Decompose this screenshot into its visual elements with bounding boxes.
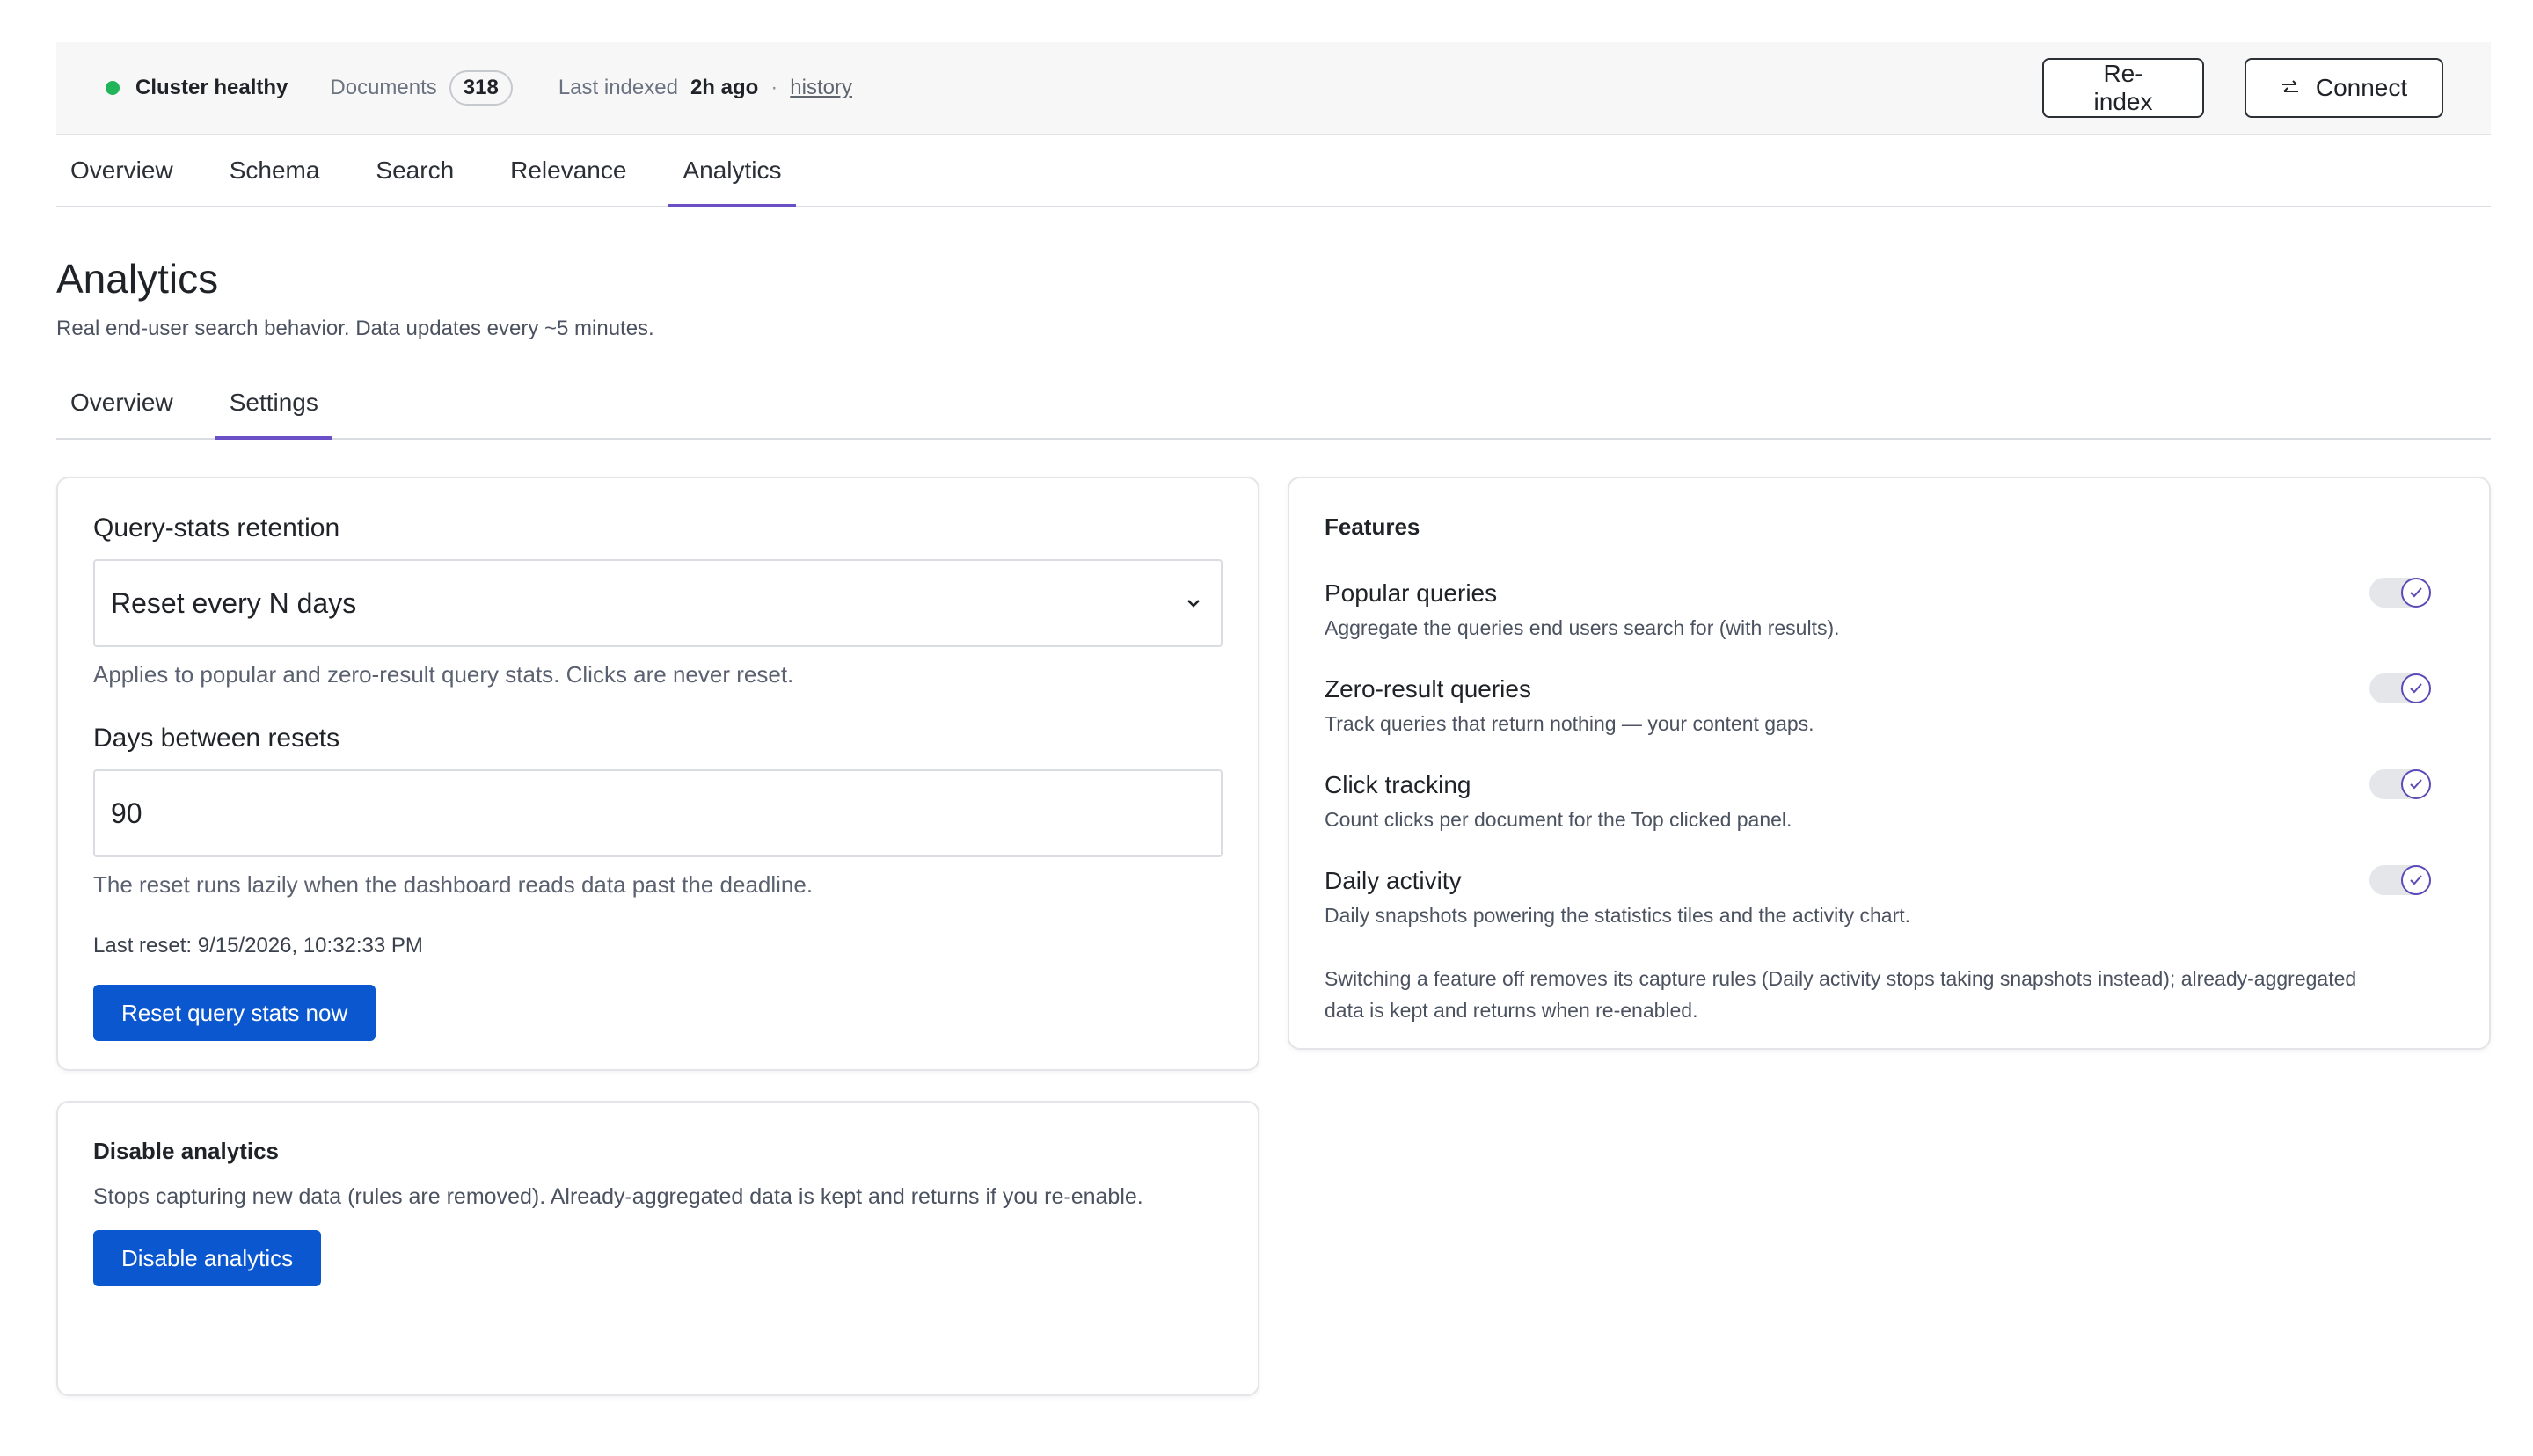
analytics-subtabs: Overview Settings [56, 368, 2491, 440]
disable-text: Stops capturing new data (rules are remo… [93, 1184, 1143, 1209]
status-bar: Cluster healthy Documents 318 Last index… [56, 42, 2491, 135]
features-card: Features Popular queries Aggregate the q… [1288, 477, 2491, 1050]
disable-title: Disable analytics [93, 1138, 279, 1164]
feature-name: Popular queries [1325, 579, 1498, 607]
feature-daily-activity: Daily activity Daily snapshots powering … [1325, 865, 2454, 928]
tab-search[interactable]: Search [361, 135, 468, 206]
check-icon [2401, 865, 2431, 895]
last-reset-text: Last reset: 9/15/2026, 10:32:33 PM [93, 934, 423, 957]
tab-schema[interactable]: Schema [215, 135, 334, 206]
swap-arrows-icon [2281, 80, 2298, 92]
main-tabs: Overview Schema Search Relevance Analyti… [56, 135, 2491, 207]
feature-zero-result-queries: Zero-result queries Track queries that r… [1325, 673, 2454, 736]
check-icon [2401, 769, 2431, 799]
daily-activity-toggle[interactable] [2369, 865, 2431, 895]
page: Cluster healthy Documents 318 Last index… [56, 42, 2491, 1396]
days-help: The reset runs lazily when the dashboard… [93, 871, 814, 898]
days-label: Days between resets [93, 724, 340, 753]
reindex-button[interactable]: Re-index [2042, 58, 2204, 118]
connect-button[interactable]: Connect [2245, 58, 2443, 118]
check-icon [2401, 673, 2431, 703]
features-title: Features [1325, 513, 1420, 540]
health-status-dot [106, 81, 120, 95]
subtab-overview[interactable]: Overview [56, 368, 187, 438]
cluster-health: Cluster healthy [135, 76, 288, 99]
retention-select[interactable]: Reset every N days [93, 559, 1223, 647]
separator: · [770, 76, 778, 99]
check-icon [2401, 578, 2431, 608]
tab-analytics[interactable]: Analytics [668, 135, 796, 207]
days-field[interactable] [93, 769, 1223, 857]
documents-count-badge: 318 [449, 70, 513, 106]
feature-name: Daily activity [1325, 867, 1462, 894]
feature-click-tracking: Click tracking Count clicks per document… [1325, 769, 2454, 832]
disable-analytics-card: Disable analytics Stops capturing new da… [56, 1101, 1259, 1396]
documents-label: Documents [330, 76, 437, 99]
feature-desc: Track queries that return nothing — your… [1325, 712, 1814, 735]
reindex-label: Re-index [2093, 60, 2153, 115]
chevron-down-icon [1187, 600, 1200, 608]
zero-result-queries-toggle[interactable] [2369, 673, 2431, 703]
page-title: Analytics [56, 256, 219, 302]
last-indexed-value: 2h ago [690, 76, 759, 99]
feature-name: Zero-result queries [1325, 675, 1531, 703]
top-actions: Re-index Connect [2042, 58, 2443, 118]
reset-query-stats-button[interactable]: Reset query stats now [93, 985, 376, 1041]
feature-desc: Daily snapshots powering the statistics … [1325, 904, 1911, 927]
retention-label: Query-stats retention [93, 513, 340, 542]
tab-overview[interactable]: Overview [56, 135, 187, 206]
subtab-settings[interactable]: Settings [215, 368, 333, 440]
tab-relevance[interactable]: Relevance [496, 135, 640, 206]
feature-name: Click tracking [1325, 771, 1471, 798]
connect-label: Connect [2315, 74, 2408, 101]
disable-analytics-button[interactable]: Disable analytics [93, 1230, 322, 1286]
feature-desc: Count clicks per document for the Top cl… [1325, 808, 1792, 831]
last-indexed-label: Last indexed [558, 76, 678, 99]
features-footnote: Switching a feature off removes its capt… [1325, 967, 2357, 1022]
popular-queries-toggle[interactable] [2369, 578, 2431, 608]
days-input[interactable] [111, 797, 1205, 830]
history-link[interactable]: history [790, 76, 852, 100]
retention-card: Query-stats retention Reset every N days… [56, 477, 1259, 1071]
retention-selected-value: Reset every N days [111, 586, 357, 619]
retention-help: Applies to popular and zero-result query… [93, 661, 794, 688]
feature-desc: Aggregate the queries end users search f… [1325, 616, 1840, 639]
feature-popular-queries: Popular queries Aggregate the queries en… [1325, 578, 2454, 640]
click-tracking-toggle[interactable] [2369, 769, 2431, 799]
page-subtitle: Real end-user search behavior. Data upda… [56, 317, 654, 340]
